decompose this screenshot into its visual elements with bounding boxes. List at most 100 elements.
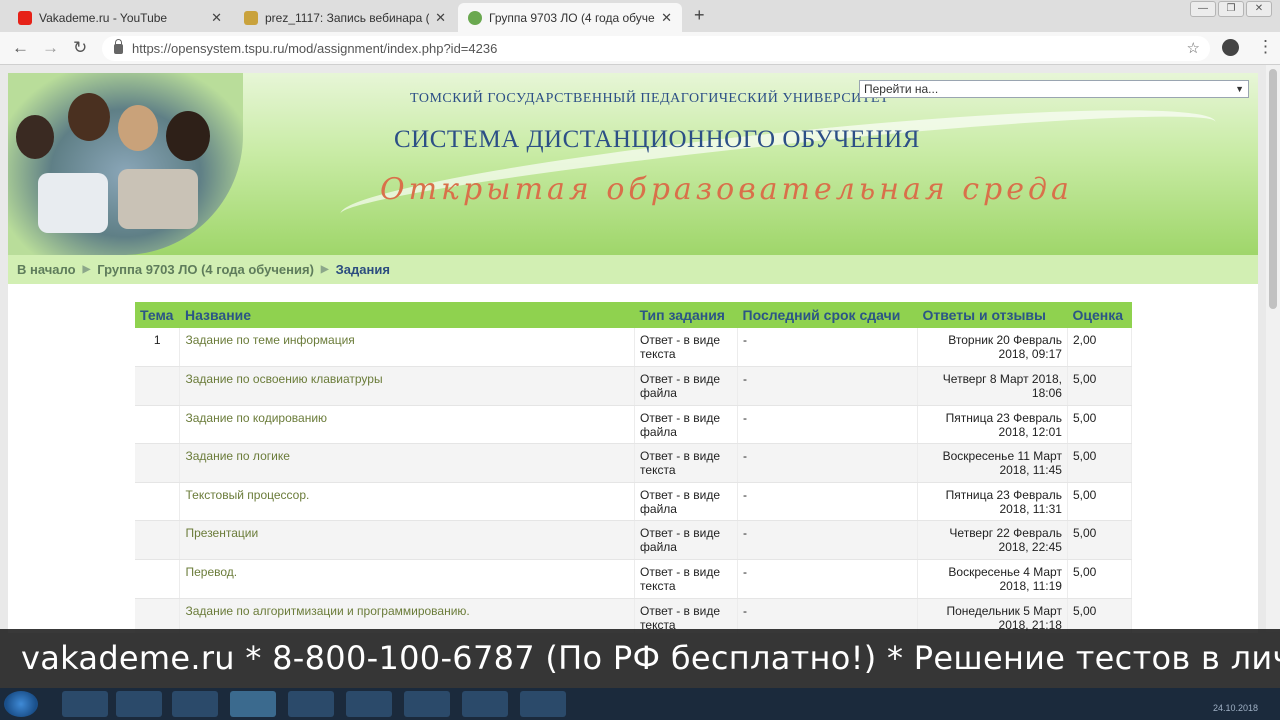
back-button[interactable]: ← — [12, 38, 29, 58]
window-controls: — ❐ ✕ — [1190, 1, 1272, 17]
table-row: Задание по освоению клавиатруры Ответ - в… — [135, 366, 1133, 406]
reload-button[interactable]: ↻ — [73, 38, 87, 58]
address-bar[interactable]: https://opensystem.tspu.ru/mod/assignmen… — [102, 36, 1210, 61]
jump-to-select[interactable]: Перейти на... ▼ — [859, 80, 1249, 98]
assignments-table-wrap: Тема Название Тип задания Последний срок… — [135, 302, 1133, 633]
breadcrumb-course[interactable]: Группа 9703 ЛО (4 года обучения) — [97, 262, 314, 277]
tab-label: Группа 9703 ЛО (4 года обучен — [489, 10, 656, 25]
lock-icon — [114, 38, 123, 54]
close-icon[interactable]: ✕ — [211, 10, 222, 26]
explorer-icon[interactable] — [116, 691, 162, 717]
cell-grade: 5,00 — [1067, 482, 1133, 522]
cell-topic — [135, 405, 181, 445]
account-icon[interactable] — [1222, 39, 1239, 56]
table-row: Перевод. Ответ - в виде текста - Воскресень… — [135, 559, 1133, 599]
assignment-link[interactable]: Презентации — [179, 520, 636, 561]
breadcrumb: В начало ▶ Группа 9703 ЛО (4 года обучен… — [8, 255, 1258, 284]
students-photo — [8, 73, 243, 255]
cell-due: - — [737, 443, 918, 483]
col-due: Последний срок сдачи — [737, 302, 918, 328]
assignment-link[interactable]: Задание по алгоритмизации и программиров… — [179, 598, 636, 633]
cell-type: Ответ - в виде файла — [634, 482, 739, 522]
maximize-button[interactable]: ❐ — [1218, 1, 1244, 17]
new-tab-button[interactable]: + — [694, 5, 705, 26]
taskbar: 24.10.2018 — [0, 688, 1280, 720]
cell-topic — [135, 559, 181, 599]
assignment-link[interactable]: Перевод. — [179, 559, 636, 599]
cell-topic: 1 — [135, 328, 181, 368]
tab-course[interactable]: Группа 9703 ЛО (4 года обучен ✕ — [458, 3, 682, 32]
menu-dots-icon[interactable]: ⋮ — [1257, 37, 1274, 57]
url-text[interactable]: https://opensystem.tspu.ru/mod/assignmen… — [132, 41, 497, 56]
site-banner: ТОМСКИЙ ГОСУДАРСТВЕННЫЙ ПЕДАГОГИЧЕСКИЙ У… — [8, 73, 1258, 255]
cell-submitted: Воскресенье 4 Март 2018, 11:19 — [917, 559, 1068, 599]
cell-type: Ответ - в виде текста — [634, 559, 739, 599]
app-icon[interactable] — [520, 691, 566, 717]
cell-topic — [135, 598, 181, 633]
cell-due: - — [737, 405, 918, 445]
banner-swoosh — [336, 87, 1220, 249]
table-row: Презентации Ответ - в виде файла - Четверг … — [135, 520, 1133, 561]
table-row: 1 Задание по теме информация Ответ - в вид… — [135, 328, 1133, 368]
webinar-icon — [244, 10, 258, 25]
bookmark-star-icon[interactable]: ☆ — [1187, 39, 1200, 57]
breadcrumb-current: Задания — [335, 262, 390, 277]
cell-due: - — [737, 598, 918, 633]
assignment-link[interactable]: Задание по освоению клавиатруры — [179, 366, 636, 406]
cell-type: Ответ - в виде файла — [634, 405, 739, 445]
assignment-link[interactable]: Задание по кодированию — [179, 405, 636, 445]
close-icon[interactable]: ✕ — [435, 10, 446, 26]
breadcrumb-separator-icon: ▶ — [320, 264, 329, 275]
col-topic: Тема — [135, 302, 180, 328]
assignment-link[interactable]: Задание по логике — [179, 443, 636, 483]
cell-grade: 5,00 — [1067, 443, 1133, 483]
assignments-table: Тема Название Тип задания Последний срок… — [135, 302, 1133, 633]
forward-button[interactable]: → — [42, 38, 59, 58]
cell-submitted: Вторник 20 Февраль 2018, 09:17 — [917, 328, 1068, 368]
tab-label: prez_1117: Запись вебинара (01 — [265, 10, 430, 25]
col-submissions: Ответы и отзывы — [917, 302, 1068, 328]
table-row: Текстовый процессор. Ответ - в виде файла… — [135, 482, 1133, 522]
cell-submitted: Четверг 8 Март 2018, 18:06 — [917, 366, 1068, 406]
tab-webinar[interactable]: prez_1117: Запись вебинара (01 ✕ — [234, 3, 456, 32]
scrollbar-thumb[interactable] — [1269, 69, 1277, 309]
site-slogan: Открытая образовательная среда — [380, 172, 1073, 207]
breadcrumb-separator-icon: ▶ — [82, 264, 91, 275]
start-icon[interactable] — [4, 691, 38, 717]
close-window-button[interactable]: ✕ — [1246, 1, 1272, 17]
cell-type: Ответ - в виде файла — [634, 520, 739, 561]
app-icon[interactable] — [404, 691, 450, 717]
cell-grade: 2,00 — [1067, 328, 1133, 368]
word-icon[interactable] — [288, 691, 334, 717]
cell-topic — [135, 482, 181, 522]
breadcrumb-home[interactable]: В начало — [17, 262, 76, 277]
cell-grade: 5,00 — [1067, 598, 1133, 633]
tab-strip: Vakademe.ru - YouTube ✕ prez_1117: Запис… — [0, 0, 1280, 32]
chrome-icon[interactable] — [230, 691, 276, 717]
media-icon[interactable] — [172, 691, 218, 717]
cell-topic — [135, 520, 181, 561]
excel-icon[interactable] — [346, 691, 392, 717]
cell-submitted: Пятница 23 Февраль 2018, 11:31 — [917, 482, 1068, 522]
app-icon[interactable] — [462, 691, 508, 717]
cell-submitted: Четверг 22 Февраль 2018, 22:45 — [917, 520, 1068, 561]
cell-due: - — [737, 482, 918, 522]
browser-toolbar: ← → ↻ https://opensystem.tspu.ru/mod/ass… — [0, 32, 1280, 65]
minimize-button[interactable]: — — [1190, 1, 1216, 17]
moodle-icon — [468, 10, 482, 25]
table-row: Задание по алгоритмизации и программиров… — [135, 598, 1133, 633]
table-row: Задание по логике Ответ - в виде текста - В… — [135, 443, 1133, 483]
tab-youtube[interactable]: Vakademe.ru - YouTube ✕ — [8, 3, 232, 32]
cell-due: - — [737, 328, 918, 368]
table-header-row: Тема Название Тип задания Последний срок… — [135, 302, 1132, 328]
tab-label: Vakademe.ru - YouTube — [39, 10, 168, 25]
ie-icon[interactable] — [62, 691, 108, 717]
cell-grade: 5,00 — [1067, 405, 1133, 445]
page-scrollbar[interactable] — [1266, 65, 1280, 632]
assignment-link[interactable]: Текстовый процессор. — [179, 482, 636, 522]
cell-submitted: Пятница 23 Февраль 2018, 12:01 — [917, 405, 1068, 445]
assignment-link[interactable]: Задание по теме информация — [179, 328, 636, 368]
col-type: Тип задания — [634, 302, 738, 328]
cell-type: Ответ - в виде файла — [634, 366, 739, 406]
close-icon[interactable]: ✕ — [661, 10, 672, 26]
